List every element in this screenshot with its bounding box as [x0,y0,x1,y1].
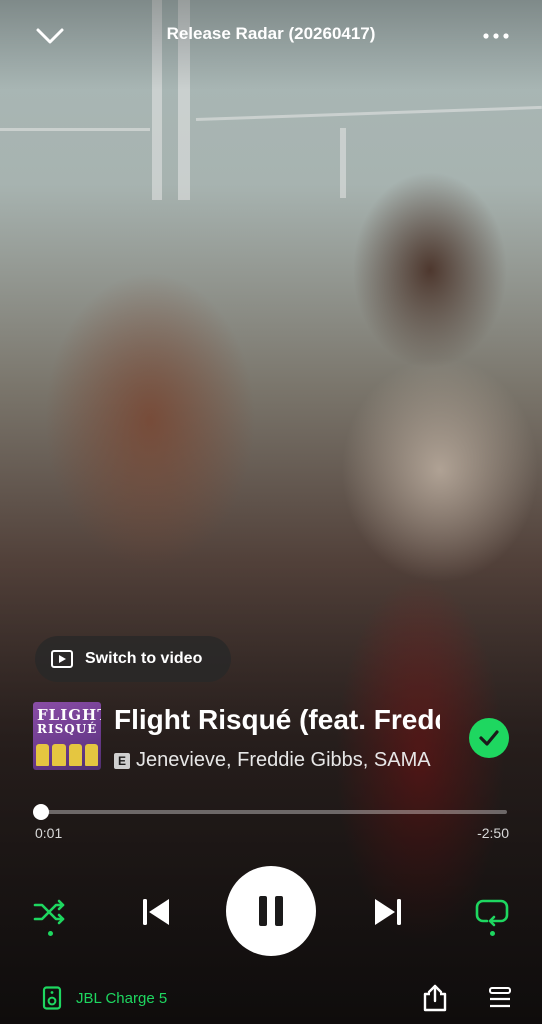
switch-to-video-label: Switch to video [85,650,203,667]
cover-text-line2: RISQUÉ [37,722,98,736]
elapsed-time: 0:01 [35,825,63,841]
shuffle-button[interactable] [30,892,70,932]
skip-next-icon [375,899,401,925]
next-button[interactable] [366,890,410,934]
video-play-icon [51,650,73,668]
track-title[interactable]: Flight Risqué (feat. Freddie Gibbs, SAMA… [114,704,440,736]
track-artists[interactable]: E Jenevieve, Freddie Gibbs, SAMARIA [114,749,432,772]
share-icon[interactable] [422,984,448,1012]
connected-device[interactable]: JBL Charge 5 [42,986,167,1010]
speaker-icon [42,986,62,1010]
shuffle-icon [33,899,65,925]
device-name: JBL Charge 5 [76,989,168,1007]
switch-to-video-button[interactable]: Switch to video [35,636,231,682]
playlist-title: Release Radar (20260417) [166,24,376,43]
saved-check-icon[interactable] [469,718,509,758]
now-playing-screen: Release Radar (20260417) Switch to video… [0,0,542,1024]
remaining-time: -2:50 [477,825,509,841]
repeat-icon [475,899,509,927]
explicit-badge: E [114,752,130,769]
progress-handle[interactable] [33,804,49,820]
pause-icon [259,896,283,926]
repeat-active-dot [490,931,495,936]
repeat-button[interactable] [472,892,512,932]
more-options-icon[interactable] [480,22,512,50]
artist-names: Jenevieve, Freddie Gibbs, SAMARIA [136,749,432,771]
previous-button[interactable] [134,890,178,934]
skip-previous-icon [143,899,169,925]
progress-bar[interactable] [41,810,507,814]
queue-icon[interactable] [488,986,512,1010]
header: Release Radar (20260417) [0,18,542,54]
shuffle-active-dot [48,931,53,936]
play-pause-button[interactable] [226,866,316,956]
album-cover[interactable]: FLIGHT RISQUÉ [33,702,101,770]
